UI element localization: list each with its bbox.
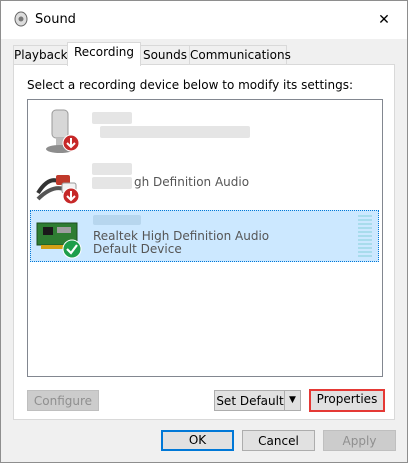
configure-button[interactable]: Configure <box>27 390 99 411</box>
set-default-dropdown[interactable]: ▼ <box>284 391 300 410</box>
down-arrow-badge-icon <box>62 134 80 152</box>
cancel-button[interactable]: Cancel <box>242 430 315 451</box>
apply-label: Apply <box>342 434 377 448</box>
down-arrow-badge-icon <box>62 187 80 205</box>
device-list[interactable]: gh Definition Audio Realtek High Definit… <box>27 99 383 377</box>
tab-playback[interactable]: Playback <box>13 45 68 65</box>
level-meter <box>358 215 372 257</box>
ok-label: OK <box>188 433 207 447</box>
tab-communications[interactable]: Communications <box>189 45 291 65</box>
device-item-selected[interactable]: Realtek High Definition Audio Default De… <box>30 210 379 262</box>
redacted-name <box>93 215 141 225</box>
device-name: Realtek High Definition Audio <box>93 229 270 243</box>
device-item[interactable]: gh Definition Audio <box>30 157 379 209</box>
redacted-name <box>92 112 132 124</box>
device-item[interactable] <box>30 104 379 156</box>
recording-panel: Select a recording device below to modif… <box>13 64 395 420</box>
title-bar: Sound ✕ <box>1 1 407 39</box>
tab-recording[interactable]: Recording <box>67 42 141 66</box>
properties-label: Properties <box>316 392 378 406</box>
configure-label: Configure <box>33 394 93 408</box>
device-name: gh Definition Audio <box>134 175 250 189</box>
speaker-icon <box>14 11 28 27</box>
device-status: Default Device <box>93 242 182 256</box>
check-badge-icon <box>62 239 82 259</box>
instructions-label: Select a recording device below to modif… <box>27 78 354 92</box>
set-default-button[interactable]: Set Default ▼ <box>214 390 301 411</box>
cancel-label: Cancel <box>258 434 299 448</box>
properties-button[interactable]: Properties <box>309 389 385 412</box>
apply-button[interactable]: Apply <box>323 430 396 451</box>
sound-dialog: Sound ✕ Playback Recording Sounds Commun… <box>0 0 408 463</box>
set-default-label: Set Default <box>216 394 284 408</box>
redacted-name <box>92 177 132 189</box>
tab-sounds[interactable]: Sounds <box>140 45 190 65</box>
close-icon: ✕ <box>378 12 390 28</box>
redacted-name <box>92 163 132 175</box>
close-button[interactable]: ✕ <box>361 1 407 39</box>
redacted-name <box>100 126 250 138</box>
ok-button[interactable]: OK <box>161 430 234 451</box>
chevron-down-icon: ▼ <box>289 395 296 405</box>
window-title: Sound <box>35 12 76 27</box>
